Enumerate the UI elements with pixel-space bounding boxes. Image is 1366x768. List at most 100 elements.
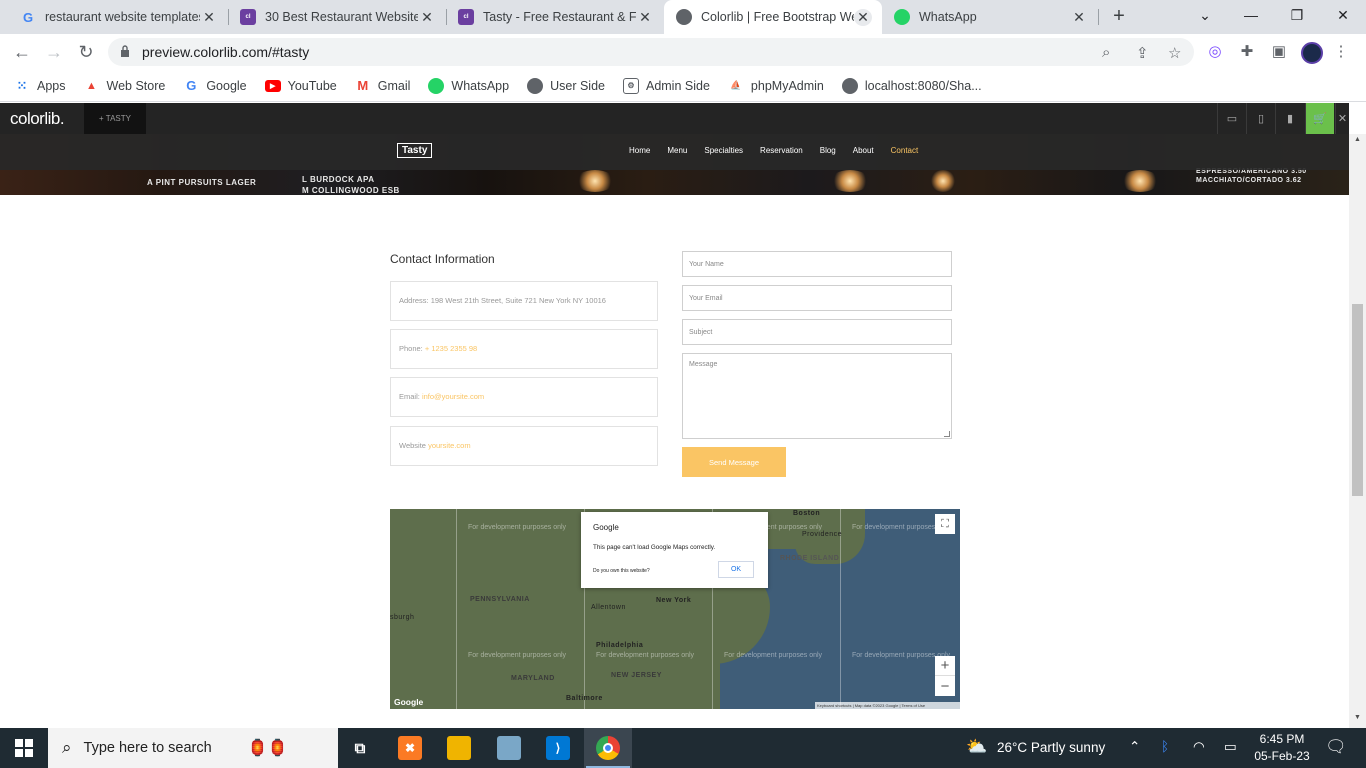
bluetooth-icon[interactable]: ᛒ [1161,739,1169,754]
zoom-out-button[interactable]: − [935,676,955,696]
windows-taskbar: ⌕ Type here to search 🏮🏮 ⧉ ✖ ⟩ ⛅ 26°C Pa… [0,728,1366,768]
new-tab-button[interactable]: + [1108,6,1130,28]
close-window-button[interactable]: ✕ [1320,0,1366,30]
colorlib-logo[interactable]: colorlib. [10,109,65,129]
message-textarea[interactable]: Message [682,353,952,439]
page-scrollbar[interactable]: ▲ ▼ [1349,134,1366,728]
bookmark-phpmyadmin[interactable]: ⛵ phpMyAdmin [728,78,824,94]
bookmark-whatsapp[interactable]: WhatsApp [428,77,509,94]
bookmark-google[interactable]: G Google [183,78,246,94]
bookmark-label: Web Store [106,78,166,93]
xampp-icon[interactable]: ✖ [398,736,422,760]
tab-colorlib-active[interactable]: Colorlib | Free Bootstrap Web ✕ [664,0,882,34]
weather-text[interactable]: 26°C Partly sunny [997,740,1105,755]
phone-link[interactable]: + 1235 2355 98 [425,344,477,353]
tab-search-icon[interactable]: ⌄ [1182,0,1228,30]
vscode-icon[interactable]: ⟩ [546,736,570,760]
file-explorer-icon[interactable] [447,736,471,760]
scrollbar-thumb[interactable] [1352,304,1363,496]
tab-restaurant-templates[interactable]: G restaurant website templates ✕ [8,0,228,34]
monitor-app-icon[interactable] [497,736,521,760]
system-clock[interactable]: 6:45 PM 05-Feb-23 [1244,731,1320,765]
website-link[interactable]: yoursite.com [428,441,471,450]
youtube-icon: ▶ [264,79,281,92]
google-map[interactable]: For development purposes only For develo… [390,509,960,709]
bookmark-gmail[interactable]: M Gmail [355,78,410,94]
web-page: A PINT PURSUITS LAGER L BURDOCK APA M CO… [0,134,1349,728]
share-icon[interactable]: ⇪ [1136,44,1149,62]
back-icon[interactable]: ← [10,40,34,64]
address-label: Address: [399,296,429,305]
task-view-icon[interactable]: ⧉ [348,736,372,760]
map-place-label: Boston [793,510,821,517]
windows-start-button[interactable] [0,728,48,768]
restore-button[interactable]: ❐ [1274,0,1320,30]
bookmark-web-store[interactable]: ▲ Web Store [84,78,166,94]
bookmark-user-side[interactable]: User Side [527,77,605,94]
bookmark-localhost[interactable]: localhost:8080/Sha... [841,77,982,94]
send-message-button[interactable]: Send Message [682,447,786,477]
resize-grip-icon[interactable] [944,431,950,437]
bookmark-apps[interactable]: ⁙ Apps [14,78,66,94]
nav-about[interactable]: About [853,146,874,155]
tray-chevron-icon[interactable]: ⌃ [1129,739,1140,755]
admin-icon: ⚙ [622,77,639,94]
dialog-ok-button[interactable]: OK [718,561,754,578]
tablet-view-icon[interactable]: ▯ [1246,103,1275,134]
subject-input[interactable]: Subject [682,319,952,345]
bookmark-star-icon[interactable]: ☆ [1168,44,1181,62]
cart-icon[interactable]: 🛒 [1305,103,1334,134]
site-nav-links: Home Menu Specialties Reservation Blog A… [629,146,935,155]
scroll-down-icon[interactable]: ▼ [1349,714,1366,721]
zoom-icon[interactable]: ⌕ [1102,44,1110,61]
tab-tasty[interactable]: cl Tasty - Free Restaurant & Foo ✕ [446,0,664,34]
nav-contact[interactable]: Contact [891,146,919,155]
map-watermark: For development purposes only [468,524,567,531]
extensions-puzzle-icon[interactable]: ✚ [1237,42,1257,62]
mobile-view-icon[interactable]: ▮ [1275,103,1304,134]
whatsapp-icon [428,77,445,94]
bookmark-label: Admin Side [645,78,710,93]
wifi-icon[interactable]: ◠ [1193,739,1205,755]
side-panel-icon[interactable]: ▣ [1269,42,1289,62]
maps-error-dialog: Google This page can't load Google Maps … [581,512,768,588]
map-footer-links[interactable]: Keyboard shortcuts | Map data ©2023 Goog… [815,702,960,709]
minimize-button[interactable]: — [1228,0,1274,30]
bookmark-youtube[interactable]: ▶ YouTube [264,79,337,93]
zoom-in-button[interactable]: + [935,656,955,676]
tab-whatsapp[interactable]: WhatsApp ✕ [882,0,1098,34]
close-preview-icon[interactable]: ✕ [1335,103,1349,134]
extension-icon[interactable]: ◎ [1205,42,1225,62]
close-icon[interactable]: ✕ [1070,9,1088,26]
forward-icon[interactable]: → [42,40,66,64]
close-icon[interactable]: ✕ [854,8,872,26]
nav-blog[interactable]: Blog [820,146,836,155]
fullscreen-icon[interactable]: ⛶ [935,514,955,534]
nav-specialties[interactable]: Specialties [704,146,743,155]
menu-kebab-icon[interactable]: ⋮ [1331,42,1351,62]
avatar[interactable] [1301,42,1323,64]
bookmarks-bar: ⁙ Apps ▲ Web Store G Google ▶ YouTube M Gmail… [0,70,1366,102]
notification-icon[interactable]: 🗨 [1325,737,1347,757]
nav-reservation[interactable]: Reservation [760,146,803,155]
close-icon[interactable]: ✕ [636,9,654,26]
dialog-question-link[interactable]: Do you own this website? [593,568,650,574]
desktop-view-icon[interactable]: ▭ [1217,103,1246,134]
site-brand[interactable]: Tasty [397,143,433,158]
email-input[interactable]: Your Email [682,285,952,311]
address-bar[interactable]: preview.colorlib.com/#tasty ⌕ ⇪ ☆ [108,38,1194,66]
reload-icon[interactable]: ↻ [74,40,98,64]
tab-30-best[interactable]: cl 30 Best Restaurant Website Te ✕ [228,0,446,34]
battery-icon[interactable]: ▭ [1224,739,1237,755]
weather-icon[interactable]: ⛅ [966,737,987,757]
scroll-up-icon[interactable]: ▲ [1349,136,1366,143]
name-input[interactable]: Your Name [682,251,952,277]
nav-home[interactable]: Home [629,146,650,155]
email-link[interactable]: info@yoursite.com [422,392,484,401]
close-icon[interactable]: ✕ [418,9,436,26]
bookmark-admin-side[interactable]: ⚙ Admin Side [622,77,710,94]
nav-menu[interactable]: Menu [667,146,687,155]
template-chip[interactable]: + TASTY [84,103,146,134]
taskbar-search[interactable]: ⌕ Type here to search 🏮🏮 [48,728,338,768]
close-icon[interactable]: ✕ [200,9,218,26]
